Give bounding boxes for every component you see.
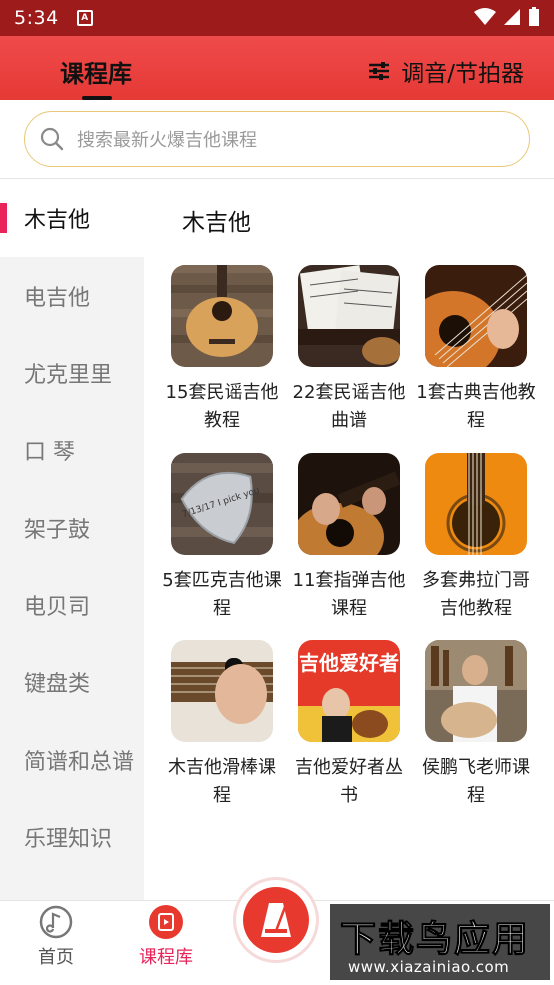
category-sidebar: 木吉他 电吉他 尤克里里 口 琴 架子鼓 电贝司 键盘类 简谱和总谱 乐理知识 (0, 179, 144, 900)
sidebar-item-label: 电吉他 (24, 286, 91, 311)
course-thumbnail: 吉他爱好者 (298, 640, 400, 742)
sidebar-item-keyboard[interactable]: 键盘类 (0, 643, 144, 721)
course-label: 1套古典吉他教程 (416, 382, 536, 431)
course-label: 11套指弹吉他课程 (292, 570, 406, 619)
search-placeholder: 搜索最新火爆吉他课程 (77, 130, 257, 151)
metronome-icon (243, 887, 309, 953)
course-label: 侯鹏飞老师课程 (422, 757, 530, 806)
active-indicator (0, 203, 7, 233)
course-label: 5套匹克吉他课程 (162, 570, 282, 619)
sidebar-item-label: 口 琴 (24, 440, 75, 465)
course-tile[interactable]: 15套民谣吉他教程 (162, 265, 282, 435)
sidebar-item-acoustic-guitar[interactable]: 木吉他 (0, 179, 144, 257)
tuner-metronome-button[interactable]: 调音/节拍器 (367, 54, 524, 88)
sidebar-item-label: 木吉他 (24, 208, 91, 233)
sidebar-item-drums[interactable]: 架子鼓 (0, 489, 144, 567)
play-icon (149, 905, 183, 939)
course-label: 吉他爱好者丛书 (295, 757, 403, 806)
tuner-label: 调音/节拍器 (401, 61, 524, 87)
course-tile[interactable]: 7/13/17 I pick you 5套匹克吉他课程 (162, 453, 282, 623)
course-label: 15套民谣吉他教程 (165, 382, 279, 431)
sidebar-item-scores[interactable]: 简谱和总谱 (0, 721, 144, 799)
sidebar-item-bass[interactable]: 电贝司 (0, 566, 144, 644)
search-area: 搜索最新火爆吉他课程 (0, 100, 554, 179)
sidebar-item-music-theory[interactable]: 乐理知识 (0, 798, 144, 876)
sim-icon: A (76, 10, 93, 26)
course-tile[interactable]: 11套指弹吉他课程 (289, 453, 409, 623)
signal-icon (504, 9, 520, 25)
book-cover-text: 吉他爱好者 (299, 651, 399, 675)
watermark-text: 下载鸟应用 (339, 919, 531, 961)
course-thumbnail (298, 265, 400, 367)
course-content: 木吉他 15套民谣吉他教程 22套民谣吉他曲谱 1套古典吉他教程 7/13/17… (144, 179, 554, 900)
watermark-url: www.xiazainiao.com (348, 958, 510, 976)
sliders-icon (369, 62, 390, 80)
search-input[interactable]: 搜索最新火爆吉他课程 (24, 111, 530, 167)
course-tile[interactable]: 1套古典吉他教程 (416, 265, 536, 435)
course-thumbnail (425, 265, 527, 367)
metronome-button[interactable] (236, 880, 316, 960)
status-time: 5:34 (14, 7, 59, 29)
sidebar-item-label: 电贝司 (24, 595, 91, 620)
course-thumbnail (171, 265, 273, 367)
sidebar-item-label: 尤克里里 (24, 363, 113, 388)
nav-home-label: 首页 (38, 947, 74, 968)
course-tile[interactable]: 侯鹏飞老师课程 (416, 640, 536, 810)
course-thumbnail (171, 640, 273, 742)
note-icon (39, 905, 73, 939)
battery-icon (529, 7, 539, 26)
nav-course-library-label: 课程库 (139, 947, 193, 968)
sidebar-item-label: 键盘类 (24, 672, 91, 697)
course-label: 木吉他滑棒课程 (168, 757, 276, 806)
category-title: 木吉他 (182, 210, 251, 236)
sidebar-item-label: 乐理知识 (24, 827, 113, 852)
course-label: 22套民谣吉他曲谱 (292, 382, 406, 431)
search-icon (40, 127, 64, 151)
sidebar-item-electric-guitar[interactable]: 电吉他 (0, 257, 144, 335)
sidebar-item-ukulele[interactable]: 尤克里里 (0, 334, 144, 412)
sidebar-item-label: 简谱和总谱 (24, 750, 135, 775)
watermark: 下载鸟应用 www.xiazainiao.com (330, 904, 550, 980)
course-label: 多套弗拉门哥吉他教程 (422, 570, 530, 619)
sidebar-item-label: 架子鼓 (24, 518, 91, 543)
status-bar: 5:34 A (0, 0, 554, 36)
course-thumbnail (298, 453, 400, 555)
status-icons (474, 7, 540, 27)
app-header: 课程库 调音/节拍器 (0, 36, 554, 100)
wifi-icon (474, 8, 496, 25)
nav-home[interactable]: 首页 (16, 905, 96, 969)
sidebar-item-harmonica[interactable]: 口 琴 (0, 411, 144, 489)
course-tile[interactable]: 吉他爱好者 吉他爱好者丛书 (289, 640, 409, 810)
course-tile[interactable]: 多套弗拉门哥吉他教程 (416, 453, 536, 623)
course-thumbnail (425, 453, 527, 555)
page-title[interactable]: 课程库 (60, 54, 132, 89)
course-tile[interactable]: 木吉他滑棒课程 (162, 640, 282, 810)
course-thumbnail (425, 640, 527, 742)
course-thumbnail: 7/13/17 I pick you (171, 453, 273, 555)
course-tile[interactable]: 22套民谣吉他曲谱 (289, 265, 409, 435)
nav-course-library[interactable]: 课程库 (126, 905, 206, 969)
